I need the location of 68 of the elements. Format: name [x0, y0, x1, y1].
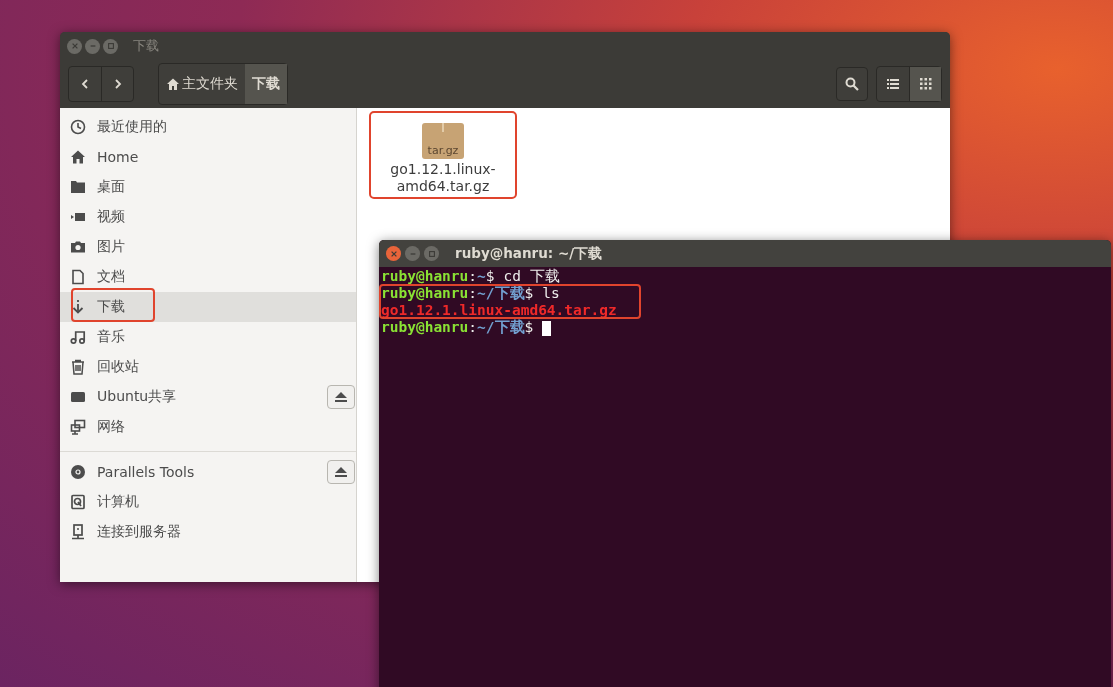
close-icon: [70, 42, 79, 50]
sidebar-item[interactable]: 连接到服务器: [60, 517, 356, 547]
prompt-user: ruby@hanru: [381, 285, 469, 301]
search-icon: [845, 77, 859, 91]
prompt-path: ~/下载: [477, 285, 525, 301]
sidebar-item[interactable]: 桌面: [60, 172, 356, 202]
prompt-symbol: :: [468, 285, 478, 301]
minimize-icon: [88, 42, 97, 50]
close-button[interactable]: [67, 38, 82, 54]
breadcrumb-button[interactable]: 主文件夹: [159, 64, 245, 104]
close-icon: [389, 249, 398, 258]
eject-button[interactable]: [327, 460, 355, 484]
sidebar-item[interactable]: 音乐: [60, 322, 356, 352]
clock-icon: [70, 119, 86, 135]
prompt-user: ruby@hanru: [381, 319, 469, 335]
disc-icon: [70, 464, 86, 480]
command-text: cd 下载: [503, 268, 560, 284]
output-text: go1.12.1.linux-amd64.tar.gz: [381, 302, 617, 318]
prompt-symbol: :: [468, 268, 478, 284]
home-icon: [70, 149, 86, 165]
close-button[interactable]: [386, 246, 401, 261]
sidebar-item[interactable]: 回收站: [60, 352, 356, 382]
minimize-button[interactable]: [85, 38, 100, 54]
breadcrumb-button[interactable]: 下载: [245, 64, 287, 104]
sidebar-item[interactable]: 图片: [60, 232, 356, 262]
maximize-icon: [106, 42, 115, 50]
grid-view-button[interactable]: [909, 67, 941, 101]
prompt-path: ~/下载: [477, 319, 525, 335]
prompt-symbol: $: [524, 285, 534, 301]
camera-icon: [70, 239, 86, 255]
folder-icon: [70, 179, 86, 195]
prompt-path: ~: [477, 268, 486, 284]
sidebar-item[interactable]: Home: [60, 142, 356, 172]
sidebar-item[interactable]: 网络: [60, 412, 356, 442]
sidebar-item[interactable]: Ubuntu共享: [60, 382, 356, 412]
doc-icon: [70, 269, 86, 285]
sidebar-item[interactable]: 计算机: [60, 487, 356, 517]
eject-icon: [334, 391, 348, 403]
eject-icon: [334, 466, 348, 478]
eject-button[interactable]: [327, 385, 355, 409]
window-title: 下载: [133, 37, 159, 55]
window-title: ruby@hanru: ~/下载: [455, 244, 603, 263]
prompt-symbol: $: [524, 319, 534, 335]
drive-icon: [70, 389, 86, 405]
file-item[interactable]: tar.gz go1.12.1.linux-amd64.tar.gz: [369, 111, 517, 199]
back-icon: [79, 78, 91, 90]
sidebar-item[interactable]: 文档: [60, 262, 356, 292]
prompt-user: ruby@hanru: [381, 268, 469, 284]
download-icon: [70, 299, 86, 315]
grid-icon: [919, 78, 932, 90]
minimize-button[interactable]: [405, 246, 420, 261]
music-icon: [70, 329, 86, 345]
maximize-icon: [427, 249, 436, 258]
list-icon: [887, 78, 899, 90]
command-text: ls: [542, 285, 560, 301]
sidebar-item[interactable]: 最近使用的: [60, 112, 356, 142]
search-button[interactable]: [836, 67, 868, 101]
maximize-button[interactable]: [424, 246, 439, 261]
prompt-symbol: :: [468, 319, 478, 335]
trash-icon: [70, 359, 86, 375]
server-icon: [70, 524, 86, 540]
maximize-button[interactable]: [103, 38, 118, 54]
computer-icon: [70, 494, 86, 510]
package-icon: tar.gz: [422, 123, 464, 159]
sidebar-item[interactable]: Parallels Tools: [60, 457, 356, 487]
prompt-symbol: $: [485, 268, 495, 284]
network-icon: [70, 419, 86, 435]
sidebar-item[interactable]: 视频: [60, 202, 356, 232]
